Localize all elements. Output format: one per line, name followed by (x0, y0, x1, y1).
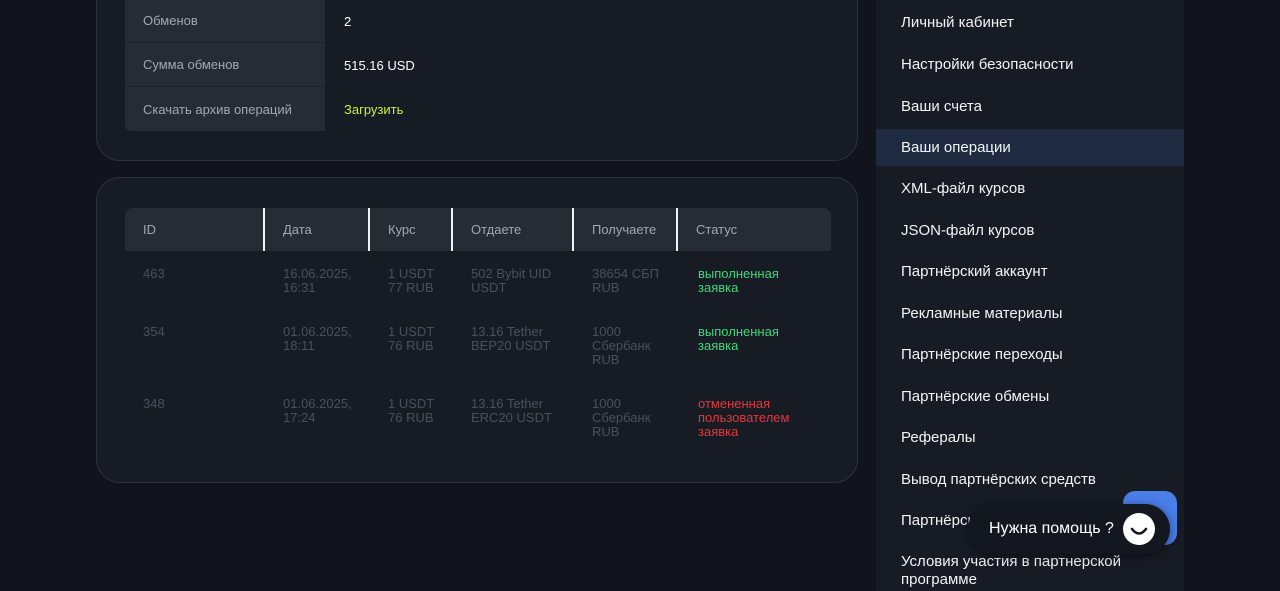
column-header-id: ID (125, 208, 265, 251)
summary-row-exchanges: Обменов 2 (125, 0, 831, 43)
help-label: Нужна помощь ? (989, 520, 1114, 537)
cell-get: 1000 Сбербанк RUB (592, 396, 651, 439)
cell-date: 01.06.2025, 18:11 (283, 324, 352, 353)
sidebar-item-partner-terms[interactable]: Условия участия в партнерской программе (876, 552, 1184, 590)
sidebar-item-partner-exchanges[interactable]: Партнёрские обмены (876, 376, 1184, 417)
column-header-rate: Курс (370, 208, 453, 251)
summary-row-archive: Скачать архив операций Загрузить (125, 87, 831, 131)
sidebar-item-account[interactable]: Личный кабинет (876, 2, 1184, 44)
column-header-give: Отдаете (453, 208, 574, 251)
summary-label: Скачать архив операций (125, 87, 325, 131)
help-chat-button[interactable]: Нужна помощь ? (968, 504, 1170, 554)
summary-label: Обменов (125, 0, 325, 43)
cell-date: 01.06.2025, 17:24 (283, 396, 352, 425)
table-row[interactable]: 463 16.06.2025, 16:31 1 USDT 77 RUB 502 … (125, 251, 831, 309)
cell-date: 16.06.2025, 16:31 (283, 266, 352, 295)
summary-value: 515.16 USD (344, 57, 415, 73)
chat-smile-icon[interactable] (1123, 513, 1155, 545)
column-header-date: Дата (265, 208, 370, 251)
summary-label: Сумма обменов (125, 43, 325, 87)
cell-id: 354 (143, 324, 165, 339)
sidebar-item-security[interactable]: Настройки безопасности (876, 44, 1184, 85)
table-row[interactable]: 354 01.06.2025, 18:11 1 USDT 76 RUB 13.1… (125, 309, 831, 381)
cell-give: 13.16 Tether BEP20 USDT (471, 324, 551, 353)
summary-card: Обменов 2 Сумма обменов 515.16 USD Скача… (96, 0, 858, 161)
cell-get: 38654 СБП RUB (592, 266, 660, 295)
sidebar-item-partner-account[interactable]: Партнёрский аккаунт (876, 251, 1184, 293)
operations-table-header: ID Дата Курс Отдаете Получаете Статус (125, 208, 831, 251)
table-row[interactable]: 348 01.06.2025, 17:24 1 USDT 76 RUB 13.1… (125, 381, 831, 453)
status-badge: выполненная заявка (698, 266, 779, 295)
cell-id: 463 (143, 266, 165, 281)
summary-table: Обменов 2 Сумма обменов 515.16 USD Скача… (125, 0, 831, 131)
operations-table: ID Дата Курс Отдаете Получаете Статус 46… (125, 208, 831, 453)
column-header-get: Получаете (574, 208, 678, 251)
cell-get: 1000 Сбербанк RUB (592, 324, 651, 367)
cell-rate: 1 USDT 76 RUB (388, 324, 435, 353)
download-archive-link[interactable]: Загрузить (325, 87, 403, 131)
cell-rate: 1 USDT 77 RUB (388, 266, 435, 295)
sidebar-item-json-rates[interactable]: JSON-файл курсов (876, 210, 1184, 251)
sidebar-item-accounts[interactable]: Ваши счета (876, 85, 1184, 128)
operations-card: ID Дата Курс Отдаете Получаете Статус 46… (96, 177, 858, 483)
summary-value: 2 (344, 13, 352, 29)
cell-rate: 1 USDT 76 RUB (388, 396, 435, 425)
status-badge: отмененная пользователем заявка (698, 396, 790, 439)
sidebar-item-referrals[interactable]: Рефералы (876, 417, 1184, 459)
sidebar-item-partner-clicks[interactable]: Партнёрские переходы (876, 334, 1184, 376)
page: Обменов 2 Сумма обменов 515.16 USD Скача… (0, 0, 1280, 591)
cell-give: 13.16 Tether ERC20 USDT (471, 396, 552, 425)
cell-id: 348 (143, 396, 165, 411)
status-badge: выполненная заявка (698, 324, 779, 353)
sidebar-item-promo-materials[interactable]: Рекламные материалы (876, 293, 1184, 334)
sidebar-item-operations[interactable]: Ваши операции (876, 129, 1184, 166)
cell-give: 502 Bybit UID USDT (471, 266, 552, 295)
sidebar-item-xml-rates[interactable]: XML-файл курсов (876, 168, 1184, 210)
summary-row-total: Сумма обменов 515.16 USD (125, 43, 831, 87)
column-header-status: Статус (696, 222, 738, 237)
